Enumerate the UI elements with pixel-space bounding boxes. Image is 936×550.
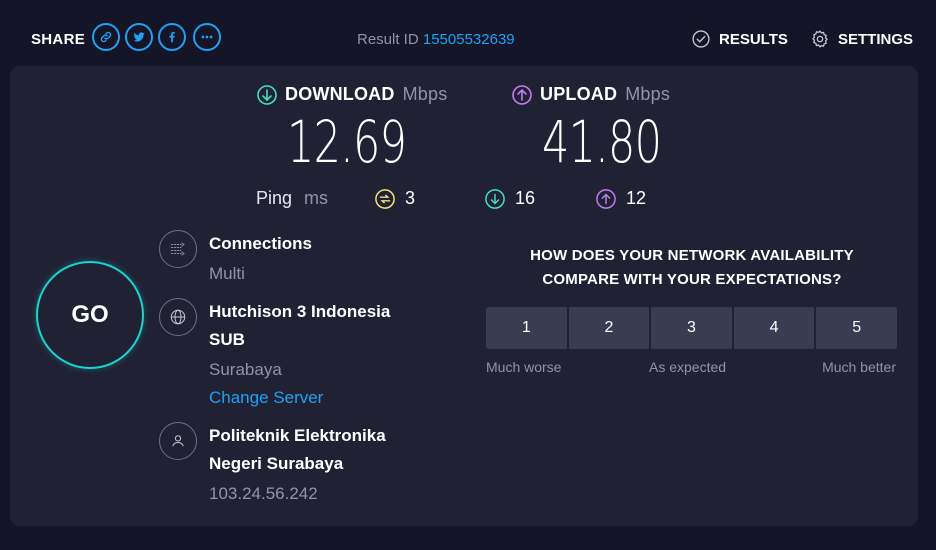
rating-option-2[interactable]: 2 <box>568 307 650 349</box>
result-id-label: Result ID <box>357 31 419 48</box>
rating-scale: 1 2 3 4 5 <box>486 307 897 349</box>
server-location: Surabaya <box>209 360 282 379</box>
twitter-icon <box>133 32 145 42</box>
link-icon <box>100 31 112 43</box>
results-card: DOWNLOAD Mbps 12.69 UPLOAD Mbps 41.80 Pi… <box>10 66 918 526</box>
rating-option-3[interactable]: 3 <box>651 307 732 349</box>
globe-icon <box>159 298 197 336</box>
check-circle-icon <box>692 30 710 48</box>
idle-latency-icon <box>375 188 395 209</box>
rating-label-low: Much worse <box>486 359 562 375</box>
result-id: Result ID 15505532639 <box>357 31 515 48</box>
go-button[interactable]: GO <box>36 261 144 369</box>
gear-icon <box>812 30 828 48</box>
download-arrow-icon <box>257 84 277 105</box>
upload-arrow-icon <box>512 84 532 105</box>
ping-unit: ms <box>304 188 329 208</box>
user-icon <box>159 422 197 460</box>
rating-option-5[interactable]: 5 <box>816 307 897 349</box>
results-label: RESULTS <box>719 30 788 48</box>
result-id-link[interactable]: 15505532639 <box>423 31 515 48</box>
ping-download: 16 <box>485 188 535 209</box>
download-value: 12.69 <box>287 108 407 176</box>
download-unit: Mbps <box>402 84 448 104</box>
upload-metric: UPLOAD Mbps 41.80 <box>512 84 703 171</box>
download-metric: DOWNLOAD Mbps 12.69 <box>257 84 448 171</box>
ping-idle-value: 3 <box>405 188 416 208</box>
ping-download-value: 16 <box>515 188 536 208</box>
ping-label: Ping <box>256 188 293 208</box>
connections-title: Connections <box>209 234 312 253</box>
results-nav[interactable]: RESULTS <box>691 29 788 49</box>
more-icon <box>201 35 213 39</box>
connections-icon <box>159 230 197 268</box>
ping-idle: 3 <box>375 188 415 209</box>
change-server-link[interactable]: Change Server <box>209 384 469 412</box>
upload-unit: Mbps <box>625 84 671 104</box>
ping-upload: 12 <box>596 188 646 209</box>
rating-option-1[interactable]: 1 <box>486 307 567 349</box>
share-label: SHARE <box>31 31 86 48</box>
rating-option-4[interactable]: 4 <box>733 307 815 349</box>
survey-question: HOW DOES YOUR NETWORK AVAILABILITY COMPA… <box>530 247 854 288</box>
settings-label: SETTINGS <box>838 30 914 48</box>
upload-latency-icon <box>596 188 616 209</box>
top-bar: SHARE Result ID 15505532639 RESULTS SETT… <box>0 0 936 64</box>
server-name: Hutchison 3 Indonesia SUB <box>209 302 391 349</box>
share-facebook-button[interactable] <box>158 23 186 51</box>
connections-value: Multi <box>209 264 245 283</box>
download-label: DOWNLOAD <box>285 84 395 104</box>
upload-label: UPLOAD <box>540 84 618 104</box>
share-link-button[interactable] <box>92 23 120 51</box>
upload-value: 41.80 <box>542 108 662 176</box>
ping-upload-value: 12 <box>626 188 647 208</box>
provider-ip: 103.24.56.242 <box>209 484 318 503</box>
download-latency-icon <box>485 188 505 209</box>
provider-name: Politeknik Elektronika Negeri Surabaya <box>209 426 386 473</box>
facebook-icon <box>169 31 175 43</box>
share-twitter-button[interactable] <box>125 23 153 51</box>
rating-label-mid: As expected <box>649 359 727 375</box>
rating-label-high: Much better <box>822 359 896 375</box>
ping-row: Ping ms 3 16 12 <box>256 188 646 209</box>
share-more-button[interactable] <box>193 23 221 51</box>
settings-nav[interactable]: SETTINGS <box>810 29 913 49</box>
